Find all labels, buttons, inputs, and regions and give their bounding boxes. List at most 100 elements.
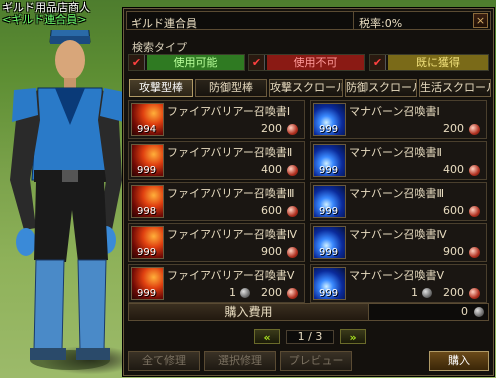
page-indicator: 1 / 3 [286, 330, 334, 344]
price-coin-icon [287, 165, 298, 176]
item-name: ファイアバリアー召喚書Ⅳ [167, 228, 298, 241]
item-quantity: 999 [137, 288, 157, 299]
price-coin-icon [287, 206, 298, 217]
item-quantity: 999 [319, 124, 339, 135]
shop-item-slot[interactable]: 999 ファイアバリアー召喚書Ⅱ 400 [128, 141, 305, 180]
titlebar-divider [353, 12, 354, 29]
item-quantity: 999 [137, 247, 157, 258]
price-coin-icon [287, 288, 298, 299]
item-name: ファイアバリアー召喚書Ⅰ [167, 105, 291, 118]
pagination: « 1 / 3 » [254, 329, 366, 345]
fire-scroll-icon[interactable]: 999 [131, 226, 164, 259]
checkbox-check-icon[interactable]: ✔ [249, 55, 265, 70]
item-quantity: 999 [319, 165, 339, 176]
shop-item-slot[interactable]: 999 ファイアバリアー召喚書Ⅴ 200 1 [128, 264, 305, 303]
mana-scroll-icon[interactable]: 999 [313, 144, 346, 177]
tab-defense-staff[interactable]: 防御型棒 [195, 79, 267, 97]
zen-coin-icon [422, 288, 432, 298]
filter-usable[interactable]: ✔ 使用可能 [128, 54, 245, 71]
item-name: ファイアバリアー召喚書Ⅱ [167, 146, 293, 159]
shop-title: ギルド連合員 [131, 17, 197, 30]
shop-item-slot[interactable]: 999 マナバーン召喚書Ⅴ 200 1 [310, 264, 487, 303]
item-price: 400 [261, 163, 282, 176]
filter-unusable-label: 使用不可 [267, 55, 364, 70]
item-name: ファイアバリアー召喚書Ⅲ [167, 187, 295, 200]
item-quantity: 999 [319, 206, 339, 217]
zen-coin-icon [240, 288, 250, 298]
item-name: マナバーン召喚書Ⅲ [349, 187, 445, 200]
search-type-label: 検索タイプ [132, 41, 187, 54]
item-price: 900 [443, 245, 464, 258]
purchase-cost-row: 購入費用 0 [128, 303, 489, 321]
mana-scroll-icon[interactable]: 999 [313, 226, 346, 259]
fire-scroll-icon[interactable]: 998 [131, 185, 164, 218]
fire-scroll-icon[interactable]: 999 [131, 144, 164, 177]
item-quantity: 999 [319, 247, 339, 258]
shop-item-slot[interactable]: 999 マナバーン召喚書Ⅰ 200 [310, 100, 487, 139]
price-coin-icon [287, 124, 298, 135]
price-coin-icon [469, 247, 480, 258]
tab-attack-staff[interactable]: 攻撃型棒 [129, 79, 193, 97]
npc-character[interactable] [0, 30, 125, 378]
item-price: 600 [443, 204, 464, 217]
mana-scroll-icon[interactable]: 999 [313, 267, 346, 300]
checkbox-check-icon[interactable]: ✔ [370, 55, 386, 70]
price-coin-icon [469, 288, 480, 299]
tab-attack-scroll[interactable]: 攻撃スクロール [269, 79, 343, 97]
tax-rate: 税率:0% [359, 17, 403, 30]
item-price: 600 [261, 204, 282, 217]
fire-scroll-icon[interactable]: 999 [131, 267, 164, 300]
shop-item-slot[interactable]: 994 ファイアバリアー召喚書Ⅰ 200 [128, 100, 305, 139]
npc-guild: <ギルド連合員> [2, 13, 87, 26]
item-quantity: 994 [137, 124, 157, 135]
item-name: マナバーン召喚書Ⅰ [349, 105, 440, 118]
tab-life-scroll[interactable]: 生活スクロール [419, 79, 491, 97]
shop-window: ギルド連合員 税率:0% × 検索タイプ ✔ 使用可能 ✔ 使用不可 ✔ 既に獲… [123, 8, 494, 376]
item-price: 200 [261, 286, 282, 299]
item-price: 400 [443, 163, 464, 176]
shop-titlebar: ギルド連合員 税率:0% × [126, 11, 491, 30]
shop-item-slot[interactable]: 999 マナバーン召喚書Ⅲ 600 [310, 182, 487, 221]
item-price: 200 [261, 122, 282, 135]
mana-scroll-icon[interactable]: 999 [313, 103, 346, 136]
repair-all-button[interactable]: 全て修理 [128, 351, 200, 371]
npc-nameplate: ギルド用品店商人 <ギルド連合員> [2, 2, 90, 26]
item-extra-cost: 1 [229, 286, 236, 299]
item-extra-cost: 1 [411, 286, 418, 299]
item-quantity: 999 [137, 165, 157, 176]
fire-scroll-icon[interactable]: 994 [131, 103, 164, 136]
filter-owned[interactable]: ✔ 既に獲得 [369, 54, 489, 71]
preview-button[interactable]: プレビュー [280, 351, 352, 371]
prev-page-button[interactable]: « [254, 329, 280, 344]
repair-selected-button[interactable]: 選択修理 [204, 351, 276, 371]
shop-item-slot[interactable]: 999 マナバーン召喚書Ⅳ 900 [310, 223, 487, 262]
purchase-cost-label: 購入費用 [129, 304, 369, 320]
item-name: マナバーン召喚書Ⅱ [349, 146, 442, 159]
filter-owned-label: 既に獲得 [388, 55, 488, 70]
shop-item-slot[interactable]: 999 ファイアバリアー召喚書Ⅳ 900 [128, 223, 305, 262]
price-coin-icon [469, 165, 480, 176]
item-name: ファイアバリアー召喚書Ⅴ [167, 269, 295, 282]
item-price: 200 [443, 286, 464, 299]
item-quantity: 998 [137, 206, 157, 217]
zen-coin-icon [474, 307, 484, 317]
next-page-button[interactable]: » [340, 329, 366, 344]
item-quantity: 999 [319, 288, 339, 299]
buy-button[interactable]: 購入 [429, 351, 489, 371]
purchase-cost-value: 0 [461, 305, 468, 318]
mana-scroll-icon[interactable]: 999 [313, 185, 346, 218]
filter-unusable[interactable]: ✔ 使用不可 [248, 54, 365, 71]
item-price: 900 [261, 245, 282, 258]
item-name: マナバーン召喚書Ⅴ [349, 269, 444, 282]
price-coin-icon [469, 124, 480, 135]
shop-item-slot[interactable]: 999 マナバーン召喚書Ⅱ 400 [310, 141, 487, 180]
price-coin-icon [287, 247, 298, 258]
tab-defense-scroll[interactable]: 防御スクロール [345, 79, 417, 97]
checkbox-check-icon[interactable]: ✔ [129, 55, 145, 70]
shop-item-slot[interactable]: 998 ファイアバリアー召喚書Ⅲ 600 [128, 182, 305, 221]
filter-usable-label: 使用可能 [147, 55, 244, 70]
item-price: 200 [443, 122, 464, 135]
item-name: マナバーン召喚書Ⅳ [349, 228, 447, 241]
price-coin-icon [469, 206, 480, 217]
close-button[interactable]: × [473, 13, 488, 28]
